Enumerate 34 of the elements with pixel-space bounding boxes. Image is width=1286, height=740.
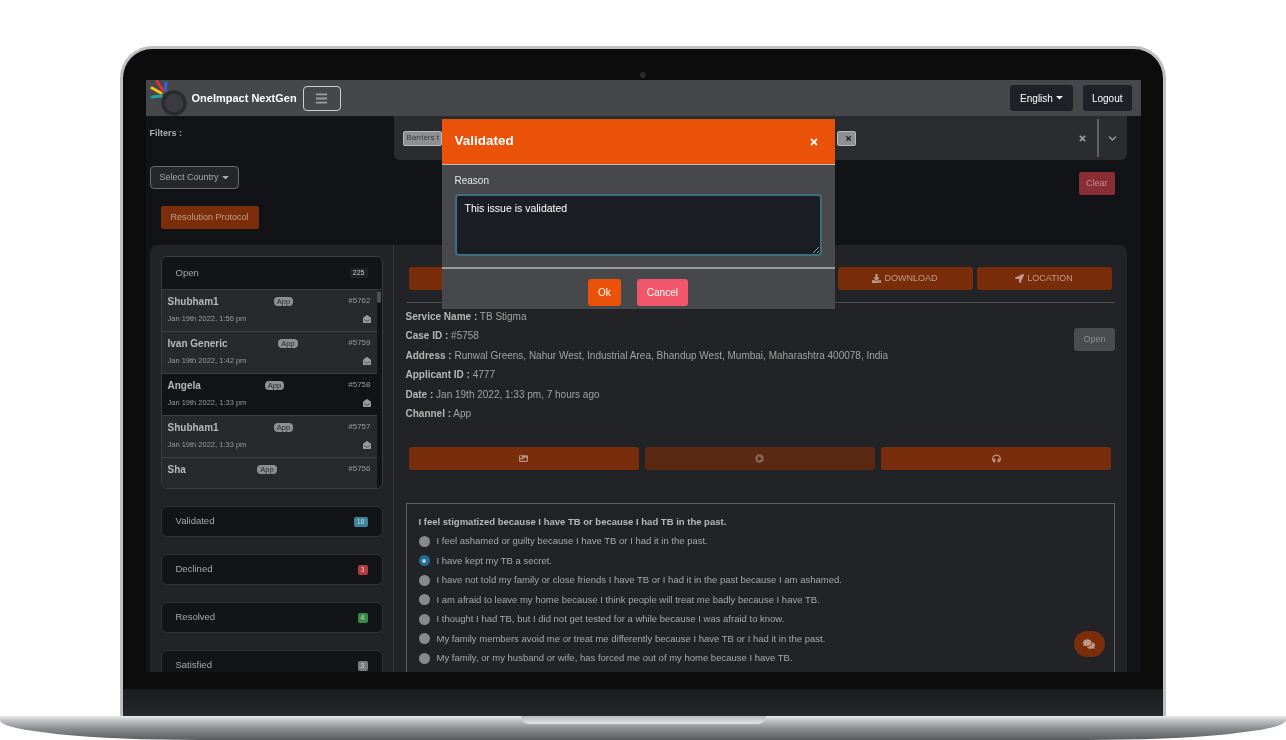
option-label: I am afraid to leave my home because I think people will treat me badly because I have TB.	[436, 592, 820, 607]
detail-text: Channel : App	[405, 407, 473, 420]
detail-text: Date : Jan 19th 2022, 1:33 pm, 7 hours ago	[405, 388, 601, 401]
case-number: #5762	[348, 295, 371, 307]
detail-text: Applicant ID : 4777	[405, 369, 496, 382]
section-title: Validated	[175, 514, 215, 529]
case-number: #5757	[348, 421, 371, 433]
case-number: #5756	[348, 463, 371, 475]
section-title: Open	[175, 265, 199, 280]
requester-name: Ivan Generic	[167, 336, 228, 351]
app-title: OneImpact NextGen	[191, 90, 297, 106]
detail-text: Service Name : TB Stigma	[405, 311, 528, 323]
option-label: My family, or my husband or wife, has forced me out of my home because I have TB.	[436, 651, 793, 666]
modal-title: Validated	[454, 132, 514, 151]
detail-text: Case ID : #5758	[405, 330, 480, 343]
tag-label: Barriers t	[406, 132, 439, 144]
question-text: I feel stigmatized because I have TB or because I had TB in the past.	[418, 515, 728, 528]
field-label: Reason	[454, 175, 490, 187]
option-label: I thought I had TB, but I did not get tested for a while because I was afraid to know.	[436, 612, 785, 627]
section-title: Resolved	[175, 610, 216, 625]
requester-name: Sha	[167, 462, 186, 477]
requester-name: Angela	[167, 378, 201, 393]
requester-name: Shubham1	[167, 420, 219, 435]
case-number: #5758	[348, 379, 371, 391]
section-title: Satisfied	[175, 658, 212, 672]
option-label: I feel ashamed or guilty because I have TB or I had it in the past.	[436, 534, 708, 549]
case-number: #5759	[348, 337, 371, 349]
requester-name: Shubham1	[167, 294, 219, 309]
detail-text: Address : Runwal Greens, Nahur West, Industrial Area, Bhandup West, Mumbai, Maharashtra 400078, India	[405, 349, 890, 362]
section-title: Declined	[175, 562, 213, 577]
option-label: My family members avoid me or treat me differently because I have TB or I had it in the past.	[436, 631, 826, 646]
option-label: I have kept my TB a secret.	[436, 553, 552, 568]
option-label: I have not told my family or close friends I have TB or I had it in the past because I am ashamed.	[436, 573, 842, 588]
filters-label: Filters :	[149, 128, 182, 139]
